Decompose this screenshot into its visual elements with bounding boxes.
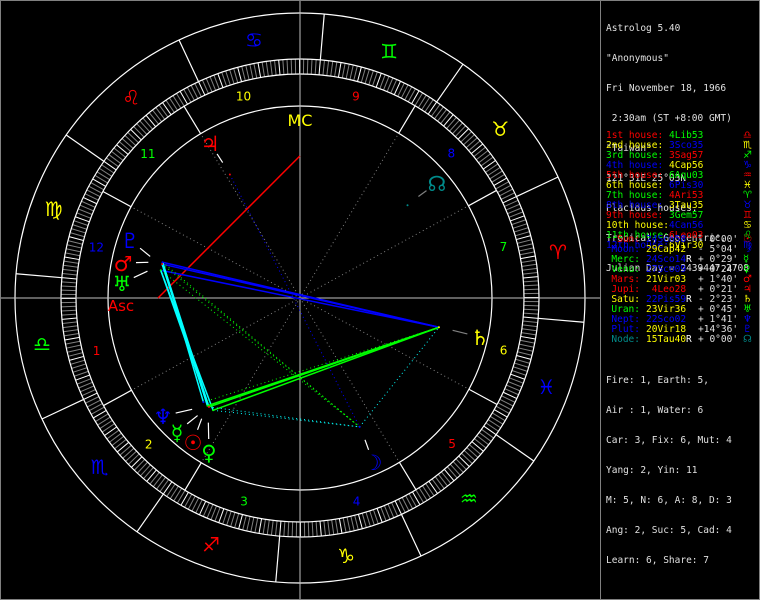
window-frame <box>0 0 760 600</box>
astrolog-window: ♈ ♉ ♊ ♋ ♌ ♍ ♎ ♏ ♐ ♑ ♒ ♓ 1 2 3 4 5 6 7 8 9 10 11 12 MC Asc ☉ ☽ ☿ ♀ ♂ ♃ ♄ ♅… <box>0 0 760 600</box>
